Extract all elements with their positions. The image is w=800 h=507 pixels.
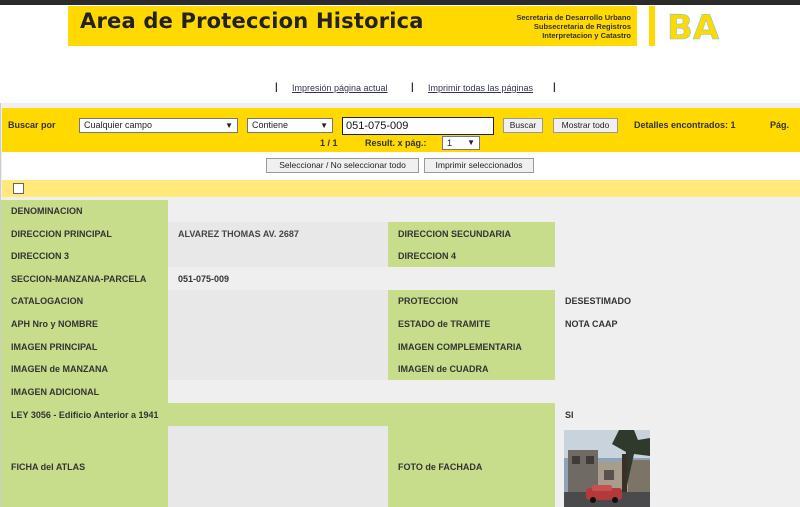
header-subtitle: Secretaria de Desarrollo Urbano Subsecre… — [516, 13, 631, 40]
direccion4-label: DIRECCION 4 — [388, 245, 555, 267]
subtitle-line: Secretaria de Desarrollo Urbano — [516, 13, 631, 22]
catalogacion-label: CATALOGACION — [1, 290, 168, 312]
link-separator: | — [553, 82, 556, 93]
denominacion-value — [168, 200, 800, 222]
results-per-page-select[interactable]: 1 ▼ — [442, 136, 480, 150]
page-title: Area de Proteccion Historica — [80, 9, 424, 33]
header-banner: Area de Proteccion Historica Secretaria … — [68, 6, 637, 46]
proteccion-value: DESESTIMADO — [555, 290, 800, 312]
search-input[interactable] — [342, 117, 494, 135]
direccion-principal-label: DIRECCION PRINCIPAL — [1, 222, 168, 245]
imagen-principal-label: IMAGEN PRINCIPAL — [1, 335, 168, 358]
ficha-atlas-label: FICHA del ATLAS — [1, 426, 168, 507]
banner-divider — [649, 6, 655, 46]
link-separator: | — [411, 82, 414, 93]
results-per-page-value: 1 — [447, 138, 453, 148]
direccion3-label: DIRECCION 3 — [1, 245, 168, 267]
selection-bar: Seleccionar / No seleccionar todo Imprim… — [2, 152, 800, 180]
foto-fachada-label: FOTO de FACHADA — [388, 426, 555, 507]
aph-value — [168, 312, 388, 335]
link-separator: | — [275, 82, 278, 93]
estado-tramite-label: ESTADO de TRAMITE — [388, 312, 555, 335]
search-button[interactable]: Buscar — [503, 118, 543, 133]
ley-3056-value: SI — [555, 403, 800, 426]
imagen-adicional-value — [168, 380, 800, 403]
chevron-down-icon: ▼ — [320, 121, 328, 130]
direccion3-value — [168, 245, 388, 267]
toggle-select-all-button[interactable]: Seleccionar / No seleccionar todo — [266, 158, 419, 173]
smp-label: SECCION-MANZANA-PARCELA — [1, 267, 168, 290]
record-checkbox[interactable] — [13, 183, 24, 194]
results-per-page-label: Result. x pág.: — [365, 138, 427, 148]
ley-3056-label: LEY 3056 - Edificio Anterior a 1941 — [1, 403, 555, 426]
imagen-principal-value — [168, 335, 388, 358]
print-links: | Impresión página actual | Imprimir tod… — [0, 82, 800, 96]
imagen-manzana-value — [168, 358, 388, 380]
print-all-pages-link[interactable]: Imprimir todas las páginas — [428, 83, 533, 93]
search-field-select[interactable]: Cualquier campo ▼ — [79, 118, 238, 133]
ficha-atlas-value — [168, 426, 388, 507]
denominacion-label: DENOMINACION — [1, 200, 168, 222]
aph-label: APH Nro y NOMBRE — [1, 312, 168, 335]
imagen-cuadra-label: IMAGEN de CUADRA — [388, 358, 555, 380]
ba-logo-text: BA — [667, 9, 720, 43]
imagen-complementaria-label: IMAGEN COMPLEMENTARIA — [388, 335, 555, 358]
proteccion-label: PROTECCION — [388, 290, 555, 312]
search-field-value: Cualquier campo — [84, 120, 153, 130]
page-label: Pág. — [770, 120, 790, 130]
estado-tramite-value: NOTA CAAP — [555, 312, 800, 335]
operator-select[interactable]: Contiene ▼ — [247, 118, 333, 133]
catalogacion-value — [168, 290, 388, 312]
imagen-manzana-label: IMAGEN de MANZANA — [1, 358, 168, 380]
record-select-row — [2, 180, 800, 197]
details-found-label: Detalles encontrados: 1 — [634, 120, 736, 130]
operator-value: Contiene — [252, 120, 289, 130]
chevron-down-icon: ▼ — [225, 121, 233, 130]
smp-value: 051-075-009 — [168, 267, 800, 290]
search-bar: Buscar por Cualquier campo ▼ Contiene ▼ … — [2, 108, 800, 152]
ba-logo: BA — [667, 9, 721, 43]
imagen-cuadra-value — [555, 358, 800, 380]
direccion-secundaria-label: DIRECCION SECUNDARIA — [388, 222, 555, 245]
direccion-secundaria-value — [555, 222, 800, 245]
chevron-down-icon: ▼ — [467, 138, 475, 147]
pagination-status: 1 / 1 — [320, 138, 338, 148]
show-all-button[interactable]: Mostrar todo — [553, 118, 618, 133]
direccion4-value — [555, 245, 800, 267]
imagen-complementaria-value — [555, 335, 800, 358]
print-selected-button[interactable]: Imprimir seleccionados — [424, 158, 534, 173]
window-top-bar — [0, 0, 800, 5]
subtitle-line: Interpretacion y Catastro — [542, 31, 631, 40]
direccion-principal-value: ALVAREZ THOMAS AV. 2687 — [168, 222, 388, 245]
print-current-page-link[interactable]: Impresión página actual — [292, 83, 388, 93]
subtitle-line: Subsecretaria de Registros — [533, 22, 631, 31]
search-by-label: Buscar por — [8, 120, 56, 130]
imagen-adicional-label: IMAGEN ADICIONAL — [1, 380, 168, 403]
facade-photo[interactable] — [564, 430, 650, 507]
